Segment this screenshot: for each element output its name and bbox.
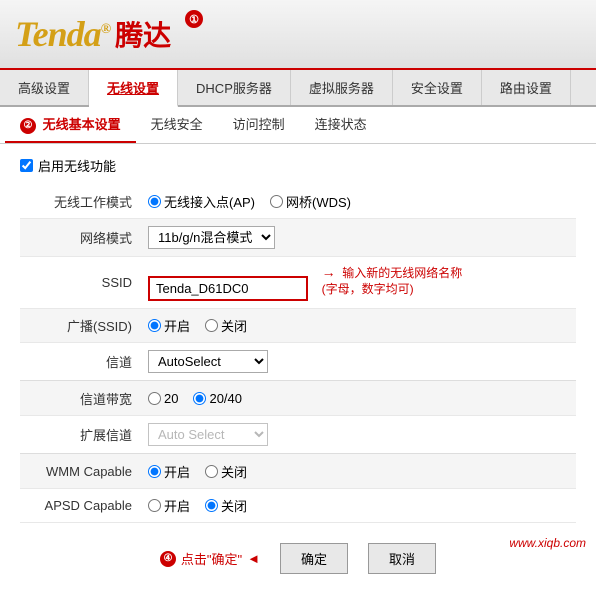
label-ext-channel: 扩展信道: [20, 416, 140, 454]
radio-channel-bandwidth: 20 20/40: [148, 391, 568, 406]
radio-broadcast-off-label[interactable]: 关闭: [205, 316, 247, 335]
cancel-button[interactable]: 取消: [368, 543, 436, 574]
confirm-button[interactable]: 确定: [280, 543, 348, 574]
row-wireless-mode: 无线工作模式 无线接入点(AP) 网桥(WDS): [20, 185, 576, 219]
enable-wireless-checkbox[interactable]: [20, 159, 33, 172]
radio-ap-label[interactable]: 无线接入点(AP): [148, 192, 255, 211]
radio-wireless-mode: 无线接入点(AP) 网桥(WDS): [148, 192, 568, 211]
radio-apsd-off-label[interactable]: 关闭: [205, 496, 247, 515]
sub-nav-connection-status[interactable]: 连接状态: [300, 107, 382, 143]
nav-item-route[interactable]: 路由设置: [482, 70, 571, 105]
circle-1-indicator: ①: [185, 10, 203, 28]
radio-wds[interactable]: [270, 195, 283, 208]
enable-wireless-label[interactable]: 启用无线功能: [38, 156, 116, 175]
nav-item-dhcp[interactable]: DHCP服务器: [178, 70, 291, 105]
row-broadcast: 广播(SSID) 开启 关闭: [20, 309, 576, 343]
nav-item-wireless[interactable]: 无线设置: [89, 70, 178, 107]
label-ssid: SSID: [20, 256, 140, 309]
radio-wmm-on[interactable]: [148, 465, 161, 478]
radio-bw2040-label[interactable]: 20/40: [193, 391, 242, 406]
radio-wmm-off-label[interactable]: 关闭: [205, 462, 247, 481]
sub-nav-access-control[interactable]: 访问控制: [218, 107, 300, 143]
label-channel-bandwidth: 信道带宽: [20, 381, 140, 416]
nav-item-advanced[interactable]: 高级设置: [0, 70, 89, 105]
radio-wmm-on-label[interactable]: 开启: [148, 462, 190, 481]
radio-apsd: 开启 关闭: [148, 496, 568, 515]
label-wmm: WMM Capable: [20, 454, 140, 489]
confirm-hint-text: 点击"确定": [181, 549, 242, 568]
main-content: 启用无线功能 无线工作模式 无线接入点(AP) 网桥(WDS): [0, 144, 596, 591]
radio-wds-label[interactable]: 网桥(WDS): [270, 192, 351, 211]
radio-broadcast-off[interactable]: [205, 319, 218, 332]
value-wireless-mode: 无线接入点(AP) 网桥(WDS): [140, 185, 576, 219]
row-apsd: APSD Capable 开启 关闭: [20, 489, 576, 523]
select-ext-channel[interactable]: Auto Select: [148, 423, 268, 446]
nav-item-virtual-server[interactable]: 虚拟服务器: [291, 70, 393, 105]
footer-url: www.xiqb.com: [509, 536, 586, 550]
row-wmm: WMM Capable 开启 关闭: [20, 454, 576, 489]
circle-2-indicator: ②: [20, 118, 36, 134]
ssid-hint-arrow: →: [322, 264, 336, 280]
row-network-mode: 网络模式 11b/g/n混合模式: [20, 218, 576, 256]
confirm-hint-circle: ④: [160, 551, 176, 567]
radio-broadcast-on[interactable]: [148, 319, 161, 332]
select-channel[interactable]: AutoSelect: [148, 350, 268, 373]
logo-tenda: Tenda®: [15, 13, 110, 55]
nav-item-security[interactable]: 安全设置: [393, 70, 482, 105]
value-wmm: 开启 关闭: [140, 454, 576, 489]
row-ext-channel: 扩展信道 Auto Select: [20, 416, 576, 454]
value-channel: AutoSelect: [140, 343, 576, 381]
select-network-mode[interactable]: 11b/g/n混合模式: [148, 226, 275, 249]
ssid-hint-text: 输入新的无线网络名称(字母，数字均可): [322, 266, 463, 297]
row-channel: 信道 AutoSelect: [20, 343, 576, 381]
form-table: 无线工作模式 无线接入点(AP) 网桥(WDS) 网络模式: [20, 185, 576, 524]
label-wireless-mode: 无线工作模式: [20, 185, 140, 219]
radio-bw20[interactable]: [148, 392, 161, 405]
value-channel-bandwidth: 20 20/40: [140, 381, 576, 416]
value-broadcast: 开启 关闭: [140, 309, 576, 343]
radio-apsd-on[interactable]: [148, 499, 161, 512]
header: Tenda® 腾达 ①: [0, 0, 596, 70]
ssid-hint: → 输入新的无线网络名称(字母，数字均可): [322, 264, 463, 299]
value-network-mode: 11b/g/n混合模式: [140, 218, 576, 256]
radio-broadcast-on-label[interactable]: 开启: [148, 316, 190, 335]
radio-ap[interactable]: [148, 195, 161, 208]
label-network-mode: 网络模式: [20, 218, 140, 256]
value-apsd: 开启 关闭: [140, 489, 576, 523]
label-channel: 信道: [20, 343, 140, 381]
button-row: ④ 点击"确定" ◄ 确定 取消: [20, 538, 576, 579]
value-ssid: → 输入新的无线网络名称(字母，数字均可): [140, 256, 576, 309]
radio-apsd-off[interactable]: [205, 499, 218, 512]
radio-wmm: 开启 关闭: [148, 462, 568, 481]
row-channel-bandwidth: 信道带宽 20 20/40: [20, 381, 576, 416]
radio-bw2040[interactable]: [193, 392, 206, 405]
sub-nav-basic[interactable]: ② 无线基本设置: [5, 107, 136, 143]
confirm-hint-arrow: ◄: [247, 551, 260, 566]
row-ssid: SSID → 输入新的无线网络名称(字母，数字均可): [20, 256, 576, 309]
radio-broadcast: 开启 关闭: [148, 316, 568, 335]
radio-bw20-label[interactable]: 20: [148, 391, 178, 406]
enable-wireless-row: 启用无线功能: [20, 156, 576, 175]
radio-wmm-off[interactable]: [205, 465, 218, 478]
confirm-hint: ④ 点击"确定" ◄: [160, 549, 260, 568]
sub-nav: ② 无线基本设置 无线安全 访问控制 连接状态: [0, 107, 596, 144]
ssid-input[interactable]: [148, 276, 308, 301]
value-ext-channel: Auto Select: [140, 416, 576, 454]
top-nav: 高级设置 无线设置 DHCP服务器 虚拟服务器 安全设置 路由设置: [0, 70, 596, 107]
label-apsd: APSD Capable: [20, 489, 140, 523]
label-broadcast: 广播(SSID): [20, 309, 140, 343]
sub-nav-security[interactable]: 无线安全: [136, 107, 218, 143]
radio-apsd-on-label[interactable]: 开启: [148, 496, 190, 515]
logo-chinese: 腾达: [115, 14, 171, 54]
